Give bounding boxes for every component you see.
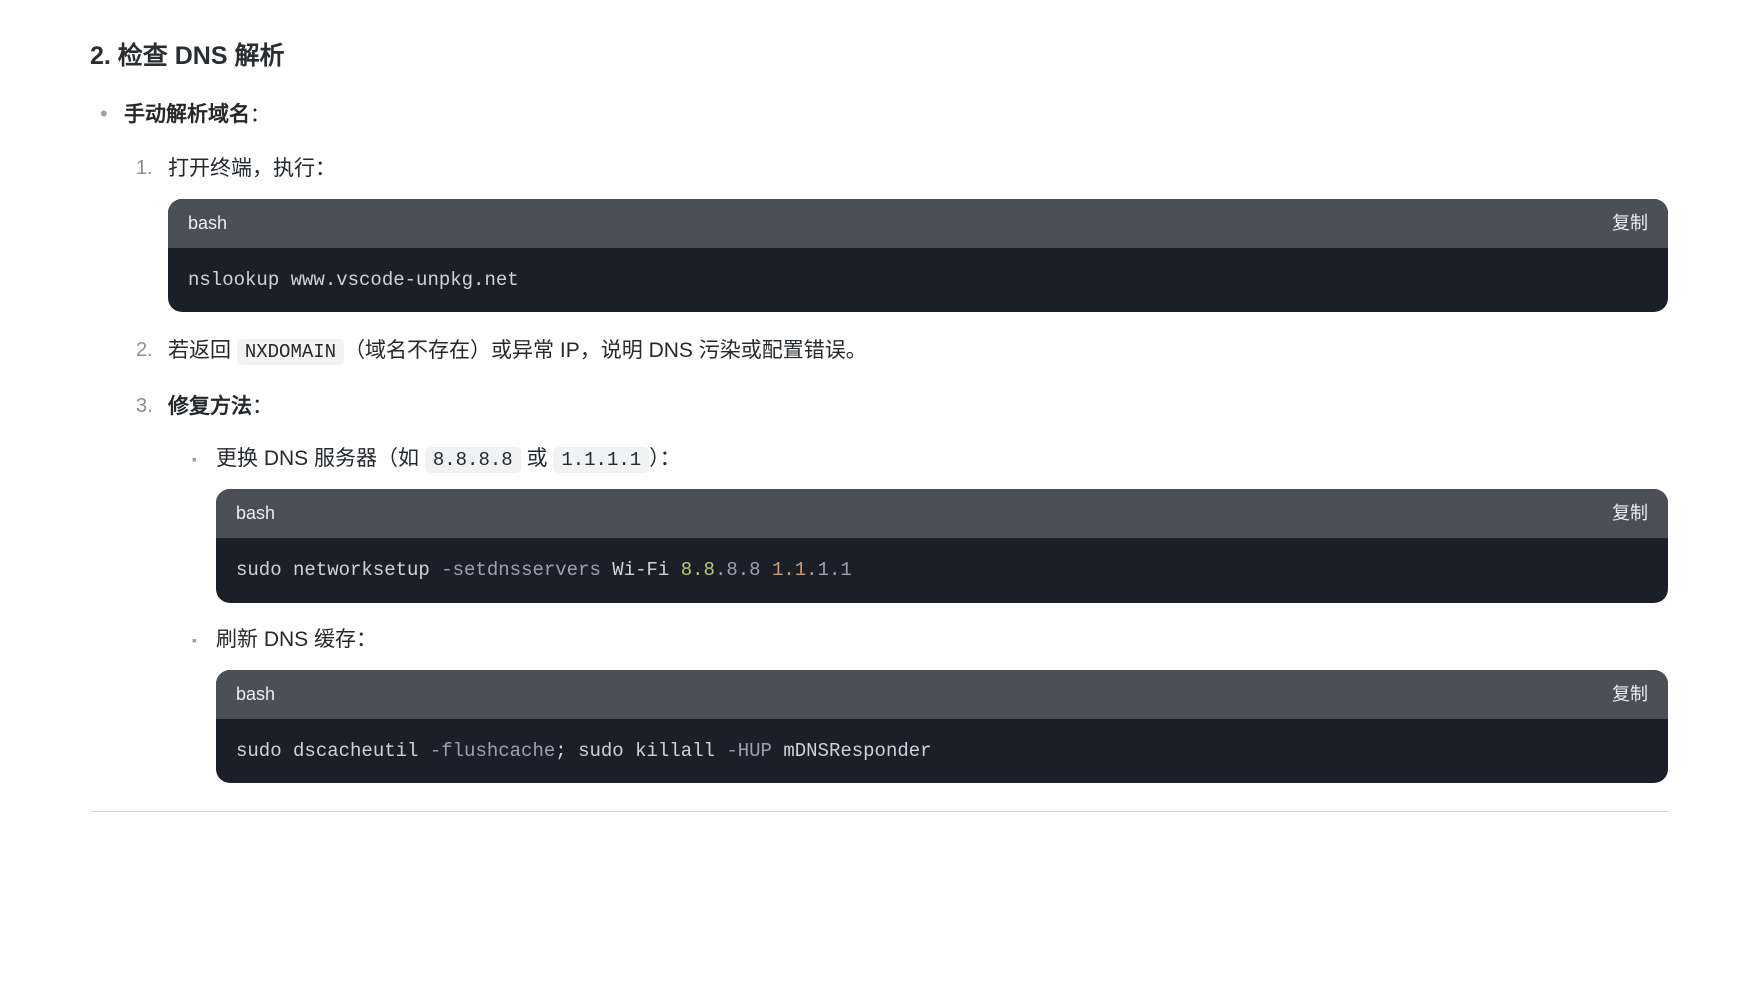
code-lang-label: bash	[236, 680, 275, 709]
sub2-text: 刷新 DNS 缓存：	[216, 628, 377, 651]
bullet-colon: ：	[250, 104, 270, 126]
inline-code-dns2: 1.1.1.1	[553, 447, 649, 473]
divider	[90, 811, 1668, 812]
substep-1: 更换 DNS 服务器（如 8.8.8.8 或 1.1.1.1）： bash 复制…	[216, 442, 1668, 603]
code-lang-label: bash	[188, 209, 227, 238]
step-3-label: 修复方法	[168, 395, 252, 418]
code-lang-label: bash	[236, 499, 275, 528]
tok: ;	[555, 740, 566, 762]
tok: 1.1	[772, 559, 806, 581]
sub1-post: ）：	[649, 447, 681, 470]
sub1-mid: 或	[521, 447, 554, 470]
code-block-2: bash 复制 sudo networksetup -setdnsservers…	[216, 489, 1668, 602]
step-2-post: （域名不存在）或异常 IP，说明 DNS 污染或配置错误。	[344, 339, 867, 362]
code-block-3: bash 复制 sudo dscacheutil -flushcache; su…	[216, 670, 1668, 783]
copy-button[interactable]: 复制	[1612, 680, 1648, 709]
tok: mDNSResponder	[783, 740, 931, 762]
tok: killall	[635, 740, 715, 762]
step-3: 修复方法： 更换 DNS 服务器（如 8.8.8.8 或 1.1.1.1）： b…	[168, 390, 1668, 783]
inline-code-dns1: 8.8.8.8	[425, 447, 521, 473]
tok: networksetup	[293, 559, 430, 581]
bullet-list: 手动解析域名： 打开终端，执行： bash 复制 nslookup www.vs…	[90, 98, 1668, 783]
tok: .1.1	[806, 559, 852, 581]
code-content: sudo networksetup -setdnsservers Wi-Fi 8…	[216, 538, 1668, 603]
tok: -flushcache	[430, 740, 555, 762]
code-header: bash 复制	[216, 489, 1668, 538]
tok: sudo	[236, 559, 282, 581]
tok: sudo	[578, 740, 624, 762]
step-1: 打开终端，执行： bash 复制 nslookup www.vscode-unp…	[168, 152, 1668, 313]
copy-button[interactable]: 复制	[1612, 499, 1648, 528]
code-block-1: bash 复制 nslookup www.vscode-unpkg.net	[168, 199, 1668, 312]
tok: -setdnsservers	[441, 559, 601, 581]
sub1-pre: 更换 DNS 服务器（如	[216, 447, 425, 470]
code-header: bash 复制	[168, 199, 1668, 248]
tok: sudo	[236, 740, 282, 762]
step-2-pre: 若返回	[168, 339, 237, 362]
step-2: 若返回 NXDOMAIN（域名不存在）或异常 IP，说明 DNS 污染或配置错误…	[168, 334, 1668, 368]
code-header: bash 复制	[216, 670, 1668, 719]
tok: -HUP	[726, 740, 772, 762]
steps-list: 打开终端，执行： bash 复制 nslookup www.vscode-unp…	[124, 152, 1668, 784]
substep-2: 刷新 DNS 缓存： bash 复制 sudo dscacheutil -flu…	[216, 623, 1668, 784]
step-3-colon: ：	[252, 395, 273, 418]
tok: dscacheutil	[293, 740, 418, 762]
section-heading: 2. 检查 DNS 解析	[90, 36, 1668, 76]
code-content: nslookup www.vscode-unpkg.net	[168, 248, 1668, 313]
tok: Wi-Fi	[612, 559, 669, 581]
code-line: nslookup www.vscode-unpkg.net	[188, 269, 519, 291]
copy-button[interactable]: 复制	[1612, 209, 1648, 238]
substeps-list: 更换 DNS 服务器（如 8.8.8.8 或 1.1.1.1）： bash 复制…	[168, 442, 1668, 784]
code-content: sudo dscacheutil -flushcache; sudo killa…	[216, 719, 1668, 784]
tok: .8.8	[715, 559, 761, 581]
inline-code-nxdomain: NXDOMAIN	[237, 339, 344, 365]
tok: 8.8	[681, 559, 715, 581]
bullet-item: 手动解析域名： 打开终端，执行： bash 复制 nslookup www.vs…	[124, 98, 1668, 783]
bullet-label: 手动解析域名	[124, 103, 250, 126]
step-1-text: 打开终端，执行：	[168, 157, 336, 180]
